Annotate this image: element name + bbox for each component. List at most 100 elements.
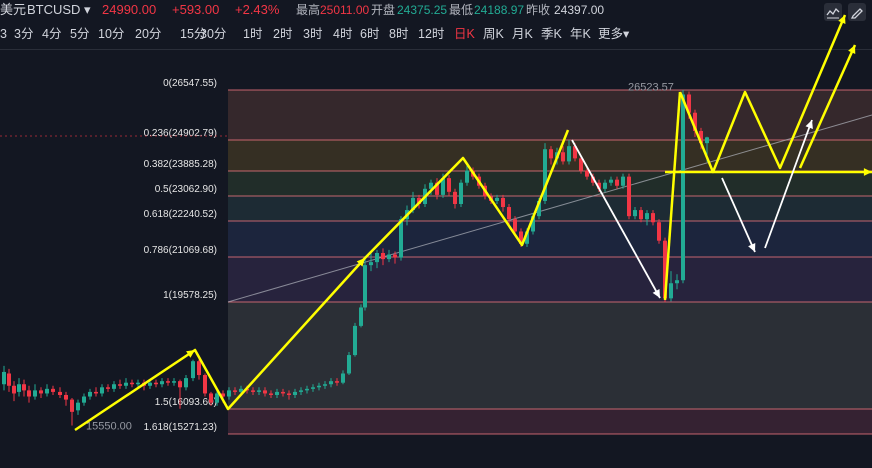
candle-body-26 — [154, 382, 158, 385]
candle-body-77 — [459, 182, 463, 204]
candle-body-58 — [347, 355, 351, 374]
candle-body-78 — [465, 170, 469, 183]
candle-body-14 — [82, 396, 86, 403]
fib-band-5 — [228, 257, 872, 302]
candle-body-20 — [118, 384, 122, 386]
candle-body-101 — [603, 182, 607, 189]
candle-body-50 — [299, 390, 303, 392]
candle-body-6 — [33, 390, 37, 397]
candle-body-29 — [172, 381, 176, 383]
candle-body-11 — [64, 394, 68, 400]
candle-body-49 — [293, 391, 297, 395]
price-annotation-1: 15550.00 — [86, 421, 132, 433]
candle-body-45 — [269, 393, 273, 395]
candle-body-5 — [27, 390, 31, 397]
price-chart[interactable]: 0(26547.55) 0.236(24902.79) 0.382(23885.28… — [0, 0, 872, 468]
candle-body-4 — [22, 384, 26, 391]
candle-body-48 — [287, 393, 291, 395]
candle-body-118 — [705, 137, 709, 144]
candle-body-59 — [353, 325, 357, 356]
candle-body-22 — [130, 382, 134, 385]
candle-body-8 — [45, 388, 49, 394]
fib-label-1.618: 1.618(15271.23) — [144, 422, 217, 433]
candle-body-105 — [627, 176, 631, 217]
candle-body-12 — [70, 399, 74, 412]
candle-body-13 — [76, 402, 80, 411]
candle-body-19 — [112, 384, 116, 389]
candle-body-75 — [447, 178, 451, 192]
candle-body-84 — [501, 197, 505, 208]
candle-body-54 — [323, 384, 327, 386]
candle-body-34 — [203, 375, 207, 394]
candle-body-107 — [639, 210, 643, 220]
candle-body-106 — [633, 210, 637, 217]
candle-body-53 — [317, 385, 321, 388]
candle-body-42 — [251, 390, 255, 392]
candle-body-7 — [39, 390, 43, 394]
candle-body-103 — [615, 179, 619, 186]
candle-body-35 — [209, 393, 213, 403]
candle-body-0 — [2, 371, 6, 385]
candle-body-18 — [106, 387, 110, 389]
candle-body-47 — [281, 391, 285, 394]
candle-body-38 — [227, 390, 231, 397]
candle-body-76 — [453, 191, 457, 204]
candle-body-65 — [387, 254, 391, 260]
candle-body-1 — [7, 373, 11, 386]
candle-body-46 — [275, 391, 279, 395]
candle-body-39 — [233, 390, 237, 392]
candle-body-92 — [549, 149, 553, 159]
candle-body-32 — [191, 361, 195, 379]
candle-body-9 — [51, 388, 55, 392]
candle-body-23 — [136, 382, 140, 385]
candle-body-55 — [329, 381, 333, 385]
candle-body-16 — [94, 391, 98, 394]
candle-body-104 — [621, 176, 625, 186]
candle-body-30 — [178, 381, 182, 388]
candle-body-17 — [100, 387, 104, 394]
candle-body-51 — [305, 388, 309, 391]
candle-body-10 — [58, 391, 62, 395]
candle-body-102 — [609, 179, 613, 183]
candle-body-63 — [375, 252, 379, 263]
fib-label-0.618: 0.618(22240.52) — [144, 209, 217, 220]
candle-body-33 — [197, 361, 201, 376]
fib-label-1: 1(19578.25) — [163, 290, 217, 301]
fib-label-0.5: 0.5(23062.90) — [155, 184, 217, 195]
candle-body-112 — [669, 283, 673, 299]
candle-body-43 — [257, 390, 261, 392]
candle-body-62 — [369, 262, 373, 266]
candle-body-85 — [507, 207, 511, 220]
candle-body-109 — [651, 213, 655, 223]
fib-band-6 — [228, 302, 872, 409]
candle-body-25 — [148, 382, 152, 386]
candle-body-57 — [341, 373, 345, 383]
candle-body-56 — [335, 381, 339, 383]
candle-body-98 — [585, 170, 589, 177]
fib-band-0 — [228, 90, 872, 140]
fib-label-0.382: 0.382(23885.28) — [144, 159, 217, 170]
candle-body-113 — [675, 280, 679, 284]
candle-body-64 — [381, 252, 385, 260]
fib-band-7 — [228, 409, 872, 434]
fib-label-0.786: 0.786(21069.68) — [144, 245, 217, 256]
candle-body-44 — [263, 390, 267, 394]
candle-body-114 — [681, 94, 685, 281]
candle-body-21 — [124, 382, 128, 386]
candle-body-94 — [561, 152, 565, 162]
candle-body-60 — [359, 307, 363, 326]
candle-body-86 — [513, 219, 517, 232]
price-annotation-0: 26523.57 — [628, 82, 674, 94]
fib-band-4 — [228, 221, 872, 257]
candle-body-27 — [160, 381, 164, 385]
candle-body-2 — [12, 385, 16, 394]
candle-body-67 — [399, 219, 403, 258]
candle-body-61 — [363, 265, 367, 308]
candle-body-52 — [311, 387, 315, 389]
fib-label-0: 0(26547.55) — [163, 78, 217, 89]
candle-body-15 — [88, 391, 92, 397]
candle-body-28 — [166, 381, 170, 383]
candle-body-108 — [645, 213, 649, 220]
candle-body-95 — [567, 146, 571, 162]
candle-body-110 — [657, 222, 661, 241]
